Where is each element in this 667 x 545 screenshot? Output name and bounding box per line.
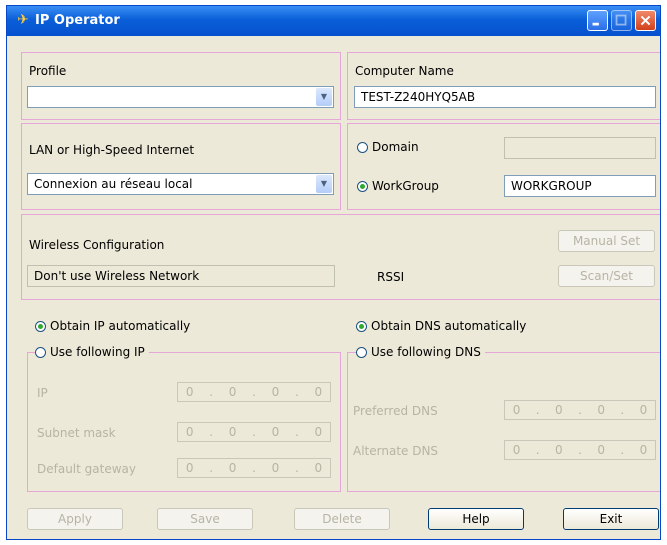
obtain-ip-auto-radio[interactable]: Obtain IP automatically xyxy=(35,319,190,333)
octet-separator: . xyxy=(578,403,582,417)
octet: 0 xyxy=(271,461,280,475)
octet-separator: . xyxy=(294,385,299,399)
radio-icon xyxy=(356,346,367,358)
domain-radio[interactable]: Domain xyxy=(357,140,419,154)
octet-separator: . xyxy=(294,461,299,475)
use-following-ip-radio[interactable]: Use following IP xyxy=(35,345,149,359)
obtain-dns-auto-label: Obtain DNS automatically xyxy=(371,319,527,333)
ip-operator-window: ✈ IP Operator Profile ▼ Computer Name TE… xyxy=(6,5,661,540)
octet: 0 xyxy=(555,443,563,457)
window-title: IP Operator xyxy=(35,13,120,28)
octet-separator: . xyxy=(252,425,256,439)
radio-selected-icon xyxy=(356,320,367,332)
lan-adapter-dropdown[interactable]: Connexion au réseau local ▼ xyxy=(27,173,334,195)
profile-label: Profile xyxy=(29,64,67,78)
workgroup-field[interactable]: WORKGROUP xyxy=(504,175,656,197)
octet-separator: . xyxy=(620,403,625,417)
octet-separator: . xyxy=(620,443,625,457)
octet: 0 xyxy=(271,425,280,439)
maximize-icon xyxy=(615,14,627,26)
radio-selected-icon xyxy=(35,320,46,332)
close-icon xyxy=(640,15,651,26)
octet: 0 xyxy=(639,403,648,417)
obtain-dns-auto-radio[interactable]: Obtain DNS automatically xyxy=(356,319,526,333)
chevron-down-icon[interactable]: ▼ xyxy=(316,175,332,193)
octet-separator: . xyxy=(578,443,582,457)
octet-separator: . xyxy=(209,461,214,475)
octet: 0 xyxy=(185,425,194,439)
help-button[interactable]: Help xyxy=(428,508,524,530)
lan-adapter-value: Connexion au réseau local xyxy=(34,177,193,191)
octet: 0 xyxy=(314,461,323,475)
use-following-ip-label: Use following IP xyxy=(50,345,145,359)
alternate-dns-field[interactable]: 0. 0. 0. 0 xyxy=(504,440,656,460)
delete-button[interactable]: Delete xyxy=(294,508,390,530)
wireless-network-field: Don't use Wireless Network xyxy=(27,265,335,287)
alternate-dns-label: Alternate DNS xyxy=(353,444,439,458)
preferred-dns-field[interactable]: 0. 0. 0. 0 xyxy=(504,400,656,420)
scan-set-button[interactable]: Scan/Set xyxy=(558,265,655,287)
octet: 0 xyxy=(314,385,323,399)
minimize-icon xyxy=(592,22,599,26)
octet: 0 xyxy=(228,385,237,399)
octet: 0 xyxy=(555,403,563,417)
computer-name-label: Computer Name xyxy=(355,64,454,78)
wireless-panel xyxy=(21,214,660,300)
octet: 0 xyxy=(314,425,323,439)
lan-panel xyxy=(21,123,341,210)
octet-separator: . xyxy=(294,425,299,439)
octet-separator: . xyxy=(252,385,256,399)
use-following-dns-radio[interactable]: Use following DNS xyxy=(356,345,485,359)
domain-label: Domain xyxy=(372,140,419,154)
subnet-mask-field[interactable]: 0. 0. 0. 0 xyxy=(177,422,331,442)
manual-set-button[interactable]: Manual Set xyxy=(558,230,655,252)
octet-separator: . xyxy=(252,461,256,475)
lan-label: LAN or High-Speed Internet xyxy=(29,143,195,157)
default-gateway-label: Default gateway xyxy=(37,462,136,476)
octet: 0 xyxy=(228,425,237,439)
wireless-label: Wireless Configuration xyxy=(29,238,165,252)
octet: 0 xyxy=(271,385,280,399)
default-gateway-field[interactable]: 0. 0. 0. 0 xyxy=(177,458,331,478)
rssi-label: RSSI xyxy=(377,270,405,284)
chevron-down-icon[interactable]: ▼ xyxy=(316,88,332,106)
subnet-mask-label: Subnet mask xyxy=(37,426,116,440)
octet: 0 xyxy=(597,443,605,457)
workgroup-radio[interactable]: WorkGroup xyxy=(357,179,439,193)
minimize-button[interactable] xyxy=(587,10,608,31)
radio-selected-icon xyxy=(357,180,368,192)
obtain-ip-auto-label: Obtain IP automatically xyxy=(50,319,191,333)
octet: 0 xyxy=(512,443,521,457)
octet-separator: . xyxy=(209,385,214,399)
computer-name-field[interactable]: TEST-Z240HYQ5AB xyxy=(354,86,656,108)
close-button[interactable] xyxy=(635,10,656,31)
radio-icon xyxy=(35,346,46,358)
octet: 0 xyxy=(185,385,194,399)
octet: 0 xyxy=(512,403,521,417)
apply-button[interactable]: Apply xyxy=(27,508,123,530)
workgroup-label: WorkGroup xyxy=(372,179,439,193)
radio-icon xyxy=(357,141,368,153)
octet-separator: . xyxy=(535,443,540,457)
ip-address-field[interactable]: 0. 0. 0. 0 xyxy=(177,382,331,402)
use-following-dns-label: Use following DNS xyxy=(371,345,481,359)
ip-label: IP xyxy=(37,386,48,400)
save-button[interactable]: Save xyxy=(157,508,253,530)
octet: 0 xyxy=(228,461,237,475)
octet-separator: . xyxy=(535,403,540,417)
octet-separator: . xyxy=(209,425,214,439)
app-icon: ✈ xyxy=(17,12,29,28)
title-bar[interactable]: ✈ IP Operator xyxy=(7,6,660,36)
static-dns-panel xyxy=(347,352,660,492)
profile-dropdown[interactable]: ▼ xyxy=(27,86,334,108)
exit-button[interactable]: Exit xyxy=(563,508,659,530)
octet: 0 xyxy=(185,461,194,475)
domain-field[interactable] xyxy=(504,137,656,159)
octet: 0 xyxy=(639,443,648,457)
maximize-button[interactable] xyxy=(611,10,632,31)
preferred-dns-label: Preferred DNS xyxy=(353,404,438,418)
octet: 0 xyxy=(597,403,605,417)
